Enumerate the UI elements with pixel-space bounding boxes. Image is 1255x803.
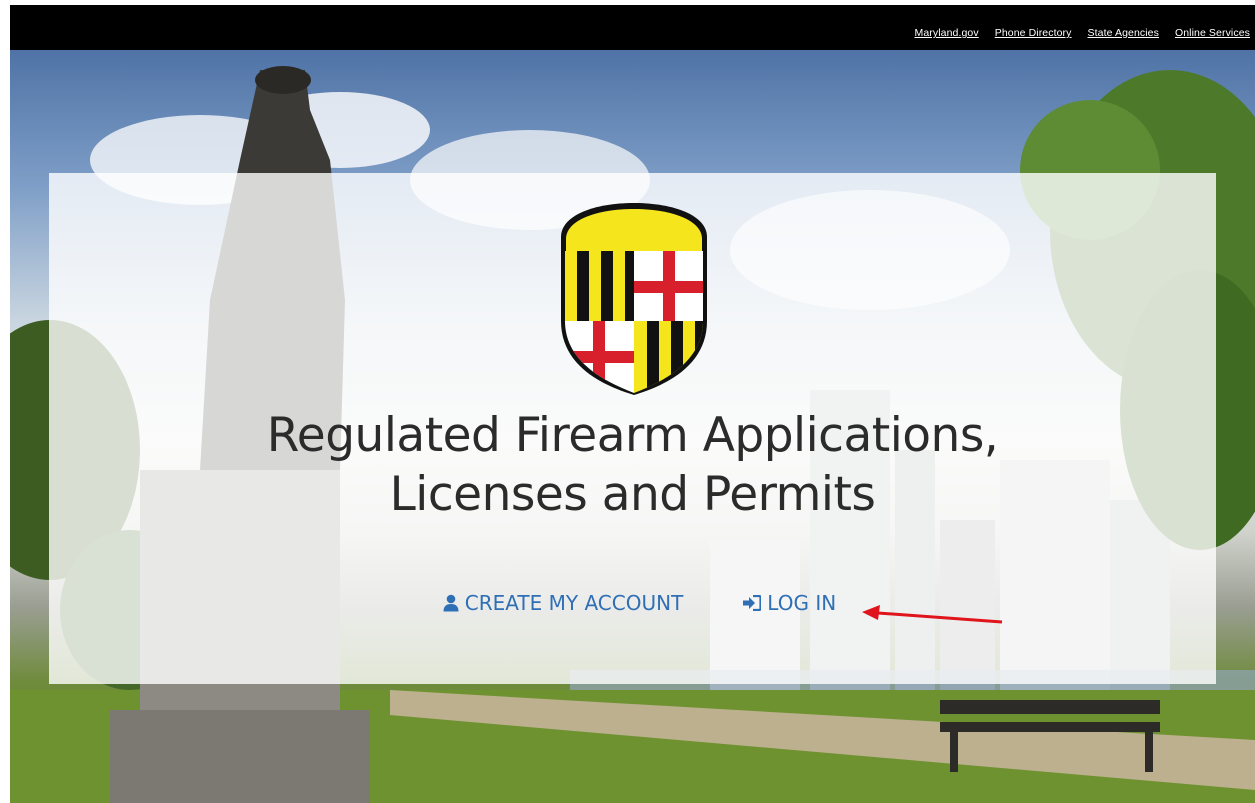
create-account-link[interactable]: CREATE MY ACCOUNT: [443, 591, 684, 615]
page-title-line-1: Regulated Firearm Applications,: [266, 408, 999, 463]
sign-in-icon: [743, 595, 762, 611]
create-account-label: CREATE MY ACCOUNT: [464, 591, 684, 615]
page-title-line-2: Licenses and Permits: [389, 467, 876, 522]
welcome-card: Regulated Firearm Applications, Licenses…: [49, 173, 1216, 684]
top-utility-bar: Maryland.gov Phone Directory State Agenc…: [10, 5, 1255, 50]
maryland-gov-link[interactable]: Maryland.gov: [914, 27, 978, 39]
account-actions: CREATE MY ACCOUNT LOG IN: [49, 591, 1216, 615]
state-agencies-link[interactable]: State Agencies: [1088, 27, 1159, 39]
maryland-state-police-badge-icon: [561, 203, 707, 395]
phone-directory-link[interactable]: Phone Directory: [995, 27, 1072, 39]
page: Maryland.gov Phone Directory State Agenc…: [0, 0, 1255, 803]
login-link[interactable]: LOG IN: [743, 591, 836, 615]
online-services-link[interactable]: Online Services: [1175, 27, 1250, 39]
user-icon: [443, 594, 459, 612]
top-utility-links: Maryland.gov Phone Directory State Agenc…: [914, 27, 1250, 39]
login-label: LOG IN: [767, 591, 837, 615]
page-title: Regulated Firearm Applications, Licenses…: [49, 406, 1216, 524]
red-arrow-icon: [862, 605, 1003, 624]
